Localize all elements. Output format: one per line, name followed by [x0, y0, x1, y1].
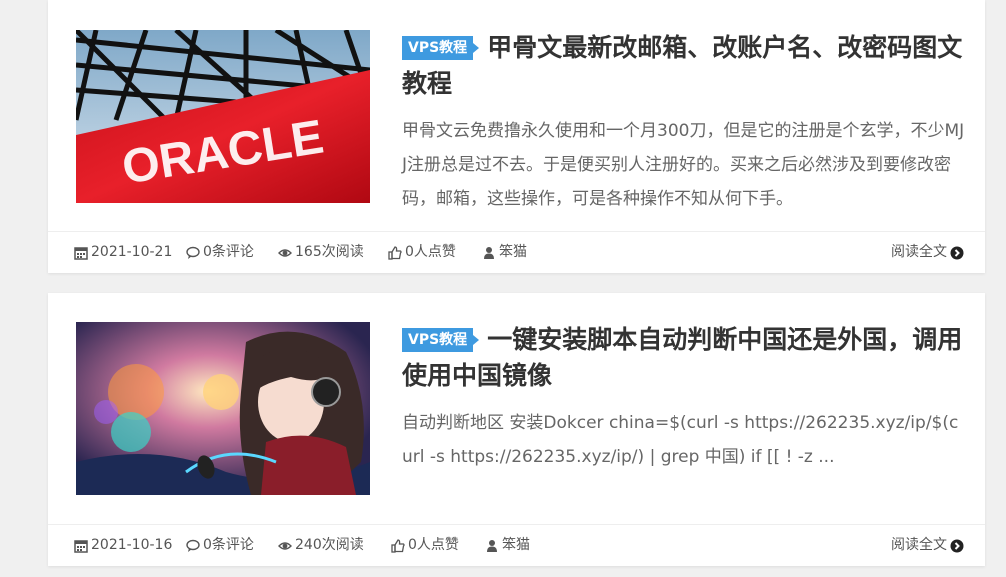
post-comments[interactable]: 0条评论 [186, 232, 254, 273]
post-author-text[interactable]: 笨猫 [499, 232, 527, 273]
post-body: VPS教程 甲骨文最新改邮箱、改账户名、改密码图文教程 甲骨文云免费撸永久使用和一… [402, 30, 967, 216]
post-likes-text[interactable]: 0人点赞 [408, 525, 459, 566]
post-title[interactable]: VPS教程 甲骨文最新改邮箱、改账户名、改密码图文教程 [402, 30, 967, 102]
post-date: 2021-10-21 [74, 232, 172, 273]
post-date: 2021-10-16 [74, 525, 172, 566]
post-views: 240次阅读 [278, 525, 364, 566]
category-tag[interactable]: VPS教程 [402, 328, 480, 352]
comment-icon [186, 246, 200, 259]
user-icon [484, 246, 494, 259]
post-title-text[interactable]: 一键安装脚本自动判断中国还是外国，调用使用中国镜像 [402, 325, 962, 390]
category-tag[interactable]: VPS教程 [402, 36, 480, 60]
post-views-text: 240次阅读 [295, 537, 364, 553]
post-likes[interactable]: 0人点赞 [388, 232, 456, 273]
eye-icon [278, 541, 292, 550]
post-date-text: 2021-10-16 [91, 537, 173, 553]
post-views-text: 165次阅读 [295, 244, 364, 260]
post-meta: 2021-10-21 0条评论 165次阅读 0人点赞 笨猫 阅读全文 [48, 231, 985, 273]
oracle-thumbnail-image: ORACLE [76, 30, 370, 203]
post-card: VPS教程 一键安装脚本自动判断中国还是外国，调用使用中国镜像 自动判断地区 安装… [48, 293, 985, 566]
read-more-text[interactable]: 阅读全文 [891, 232, 947, 273]
post-author[interactable]: 笨猫 [485, 525, 530, 566]
calendar-icon [74, 539, 88, 553]
post-author[interactable]: 笨猫 [482, 232, 527, 273]
post-comments-text[interactable]: 0条评论 [203, 232, 254, 273]
post-author-text[interactable]: 笨猫 [502, 525, 530, 566]
post-excerpt: 甲骨文云免费撸永久使用和一个月300刀，但是它的注册是个玄学，不少MJJ注册总是… [402, 121, 965, 209]
read-more-text[interactable]: 阅读全文 [891, 525, 947, 566]
post-comments-text[interactable]: 0条评论 [203, 525, 254, 566]
post-card: ORACLE VPS教程 甲骨文最新改邮箱、改账户名、改密码图文教程 甲骨文云免费… [48, 0, 985, 273]
read-more-link[interactable]: 阅读全文 [891, 232, 964, 273]
arrow-circle-right-icon [950, 246, 964, 259]
eye-icon [278, 248, 292, 257]
thumbs-up-icon [388, 245, 402, 260]
post-title-text[interactable]: 甲骨文最新改邮箱、改账户名、改密码图文教程 [402, 33, 962, 98]
post-likes[interactable]: 0人点赞 [391, 525, 459, 566]
post-thumbnail[interactable] [76, 322, 370, 495]
post-thumbnail[interactable]: ORACLE [76, 30, 370, 203]
calendar-icon [74, 246, 88, 260]
post-date-text: 2021-10-21 [91, 244, 173, 260]
comment-icon [186, 539, 200, 552]
anime-girl-thumbnail-image [76, 322, 370, 495]
post-comments[interactable]: 0条评论 [186, 525, 254, 566]
post-body: VPS教程 一键安装脚本自动判断中国还是外国，调用使用中国镜像 自动判断地区 安装… [402, 322, 967, 474]
read-more-link[interactable]: 阅读全文 [891, 525, 964, 566]
post-views: 165次阅读 [278, 232, 364, 273]
post-excerpt: 自动判断地区 安装Dokcer china=$(curl -s https://… [402, 413, 959, 467]
user-icon [487, 539, 497, 552]
post-meta: 2021-10-16 0条评论 240次阅读 0人点赞 笨猫 阅读全文 [48, 524, 985, 566]
post-likes-text[interactable]: 0人点赞 [405, 232, 456, 273]
post-title[interactable]: VPS教程 一键安装脚本自动判断中国还是外国，调用使用中国镜像 [402, 322, 967, 394]
arrow-circle-right-icon [950, 539, 964, 552]
thumbs-up-icon [391, 538, 405, 553]
